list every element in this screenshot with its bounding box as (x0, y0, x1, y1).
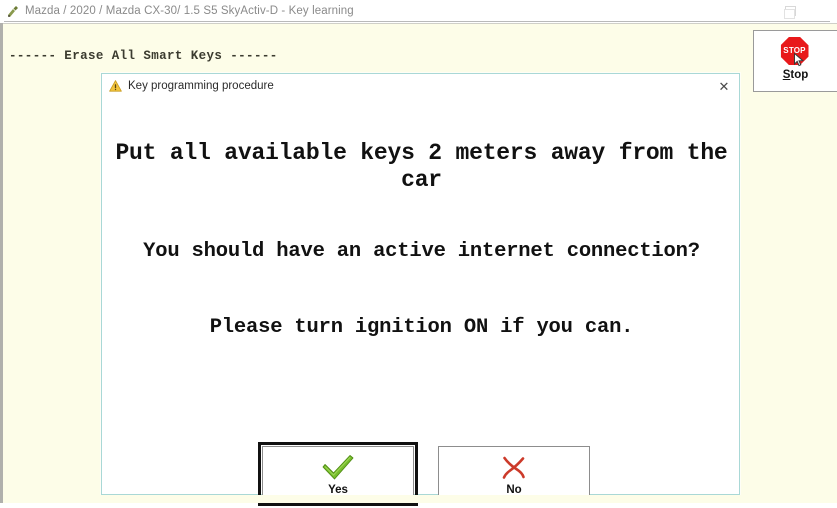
stop-sign-icon: STOP (780, 37, 811, 67)
dialog-message-secondary: You should have an active internet conne… (143, 240, 700, 263)
stop-button[interactable]: STOP Stop (760, 37, 832, 81)
application-title: Mazda / 2020 / Mazda CX-30/ 1.5 S5 SkyAc… (25, 5, 354, 17)
diagnostic-tool-icon (6, 5, 19, 18)
red-cross-icon (501, 453, 527, 483)
stop-label-rest: top (790, 69, 809, 81)
restore-window-icon[interactable] (784, 6, 796, 19)
dialog-body: Put all available keys 2 meters away fro… (102, 98, 739, 506)
no-button-label: No (506, 483, 522, 496)
application-window: Mazda / 2020 / Mazda CX-30/ 1.5 S5 SkyAc… (0, 0, 837, 506)
stop-sign-text: STOP (783, 46, 806, 55)
dialog-message-primary: Put all available keys 2 meters away fro… (115, 140, 728, 194)
yes-button-label: Yes (328, 483, 348, 496)
dialog-titlebar: Key programming procedure ✕ (102, 74, 739, 98)
no-button[interactable]: No (438, 446, 590, 502)
application-titlebar: Mazda / 2020 / Mazda CX-30/ 1.5 S5 SkyAc… (0, 0, 837, 22)
console-heading: ------ Erase All Smart Keys ------ (9, 49, 278, 63)
dialog-title: Key programming procedure (128, 80, 274, 92)
dialog-message-tertiary: Please turn ignition ON if you can. (209, 316, 634, 339)
titlebar-divider (4, 21, 830, 22)
stop-octagon: STOP (780, 37, 809, 65)
stop-toolbar-panel: STOP Stop (753, 30, 837, 92)
key-programming-dialog: Key programming procedure ✕ Put all avai… (101, 73, 740, 506)
client-bottom-strip (0, 495, 837, 503)
client-top-edge (3, 23, 837, 24)
green-check-icon (321, 453, 355, 483)
yes-button[interactable]: Yes (258, 442, 418, 506)
close-icon[interactable]: ✕ (714, 77, 734, 95)
stop-button-label: Stop (783, 69, 809, 81)
warning-triangle-icon (109, 80, 122, 92)
